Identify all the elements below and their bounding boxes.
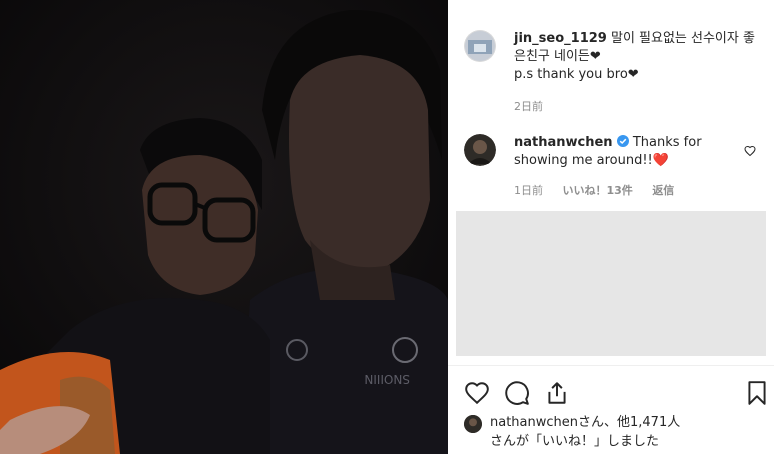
caption-text-line3: p.s thank you bro❤ bbox=[514, 67, 639, 82]
liker-avatar[interactable] bbox=[464, 415, 482, 433]
likes-summary-line1[interactable]: nathanwchenさん、他1,471人 bbox=[490, 415, 680, 430]
divider bbox=[448, 365, 774, 366]
comment-meta: 1日前 いいね！13件 返信 bbox=[514, 182, 690, 198]
bookmark-icon[interactable] bbox=[744, 380, 770, 406]
post-photo[interactable]: SNOIIIN bbox=[0, 0, 448, 454]
comment-icon[interactable] bbox=[504, 380, 530, 406]
svg-text:SNOIIIN: SNOIIIN bbox=[364, 372, 410, 386]
caption-time[interactable]: 2日前 bbox=[514, 100, 543, 113]
likes-summary-line2: さんが「いいね！」しました bbox=[490, 434, 660, 449]
post-side-panel: jin_seo_1129 말이 필요없는 선수이자 좋 은친구 네이든❤ p.s… bbox=[448, 0, 774, 454]
commenter-avatar[interactable] bbox=[464, 134, 496, 166]
comment-author-link[interactable]: nathanwchen bbox=[514, 135, 613, 150]
comment-text-line1: Thanks for bbox=[632, 135, 702, 150]
caption-author-link[interactable]: jin_seo_1129 bbox=[514, 31, 607, 46]
post-caption: jin_seo_1129 말이 필요없는 선수이자 좋 은친구 네이든❤ p.s… bbox=[464, 30, 764, 120]
comment-reply-button[interactable]: 返信 bbox=[652, 184, 674, 197]
comment-time[interactable]: 1日前 bbox=[514, 184, 543, 197]
caption-meta: 2日前 bbox=[514, 98, 559, 114]
author-avatar[interactable] bbox=[464, 30, 496, 62]
verified-badge-icon bbox=[616, 135, 629, 147]
comment-like-heart-icon[interactable] bbox=[744, 142, 756, 157]
embedded-content-placeholder bbox=[456, 211, 766, 356]
comment-item: nathanwchen Thanks for showing me around… bbox=[464, 134, 764, 204]
comment-text-line2: showing me around!!❤️ bbox=[514, 153, 669, 168]
caption-text-line2: 은친구 네이든❤ bbox=[514, 49, 601, 64]
heart-icon[interactable] bbox=[464, 380, 490, 406]
share-icon[interactable] bbox=[544, 380, 570, 406]
caption-text-line1: 말이 필요없는 선수이자 좋 bbox=[610, 31, 755, 46]
comment-likes[interactable]: いいね！13件 bbox=[563, 184, 633, 197]
selfie-image: SNOIIIN bbox=[0, 0, 448, 454]
